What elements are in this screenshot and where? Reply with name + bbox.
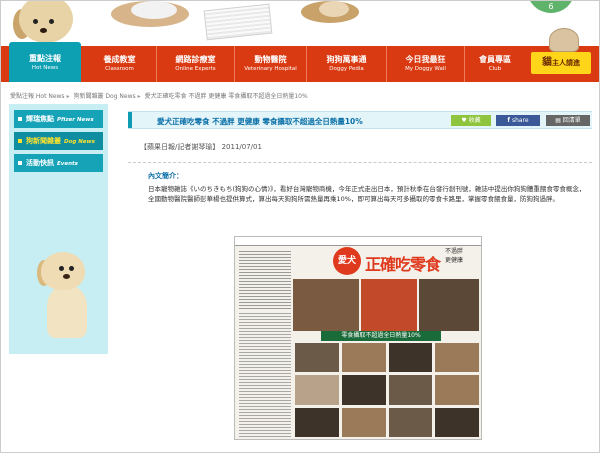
scan-photo-grid (295, 343, 479, 437)
nav-item-label: 養成教室 (103, 55, 136, 64)
scan-headline: 愛犬 正確吃零食 不過胖 更健康 (333, 247, 479, 277)
breadcrumb-current: 愛犬正確吃零食 不過胖 更健康 零食攝取不超過全日熱量10% (144, 93, 308, 100)
scan-masthead (235, 237, 481, 246)
kitten-graphic (549, 28, 579, 52)
nav-item-hot-news[interactable]: 重點注報 Hot News (9, 42, 81, 82)
pets-graphic (319, 1, 349, 17)
collect-button[interactable]: ♥ 收藏 (451, 115, 491, 126)
article-title-bar: 愛犬正確吃零食 不過胖 更健康 零食攝取不超過全日熱量10% ♥ 收藏 f sh… (128, 111, 592, 129)
scan-photo (388, 375, 433, 405)
nav-item-doggy-pedia[interactable]: 狗狗萬事通 Doggy Pedia (307, 46, 387, 82)
breadcrumb-link[interactable]: 愛點注報 Hot News (10, 93, 65, 100)
scan-photo (419, 279, 479, 331)
scan-photo (341, 407, 386, 437)
sidebar-item-label: 狗新聞雜叢 (26, 137, 61, 145)
breadcrumb-separator-icon: ▸ (66, 93, 70, 100)
nav-item-label: 網路診療室 (175, 55, 216, 64)
breadcrumb: 愛點注報 Hot News ▸ 狗新聞雜叢 Dog News ▸ 愛犬正確吃零食 不… (10, 91, 308, 100)
puppy-eye-graphic (33, 19, 38, 24)
scan-headline-sub-2: 更健康 (445, 257, 464, 264)
scan-photo (341, 375, 386, 405)
scan-photo (388, 343, 433, 373)
sidebar-item-dog-news[interactable]: 狗新聞雜叢 Dog News (14, 132, 103, 150)
article-source: 【蘋果日報/記者謝琴瑜】 2011/07/01 (140, 143, 262, 151)
scan-headline-main: 正確吃零食 (365, 255, 441, 274)
nav-item-my-doggy-wall[interactable]: 今日我最狂 My Doggy Wall (387, 46, 465, 82)
scan-photo (295, 343, 339, 373)
back-label: 回清單 (562, 117, 581, 124)
back-to-list-button[interactable]: ▤ 回清單 (546, 115, 590, 126)
scan-photo (361, 279, 417, 331)
cat-owner-button[interactable]: 貓主人請進 (531, 52, 591, 74)
scan-photo (295, 375, 339, 405)
sidebar: 輝瑞焦點 Pfizer News 狗新聞雜叢 Dog News 活動快訊 Events (9, 104, 108, 354)
scan-text-column (239, 249, 291, 309)
dogs-graphic (131, 1, 177, 19)
cat-owner-button-mark: 貓 (542, 57, 552, 68)
scan-headline-sub: 不過胖 更健康 (445, 247, 463, 265)
sidebar-item-pfizer-news[interactable]: 輝瑞焦點 Pfizer News (14, 110, 103, 128)
scan-photo (435, 375, 479, 405)
article-body: 日本寵物雜誌《いのちきもち(狗狗の心情)》，看好台灣寵物商機，今年正式走出日本，… (148, 185, 586, 203)
nav-item-label: 會員專區 (479, 55, 511, 64)
breadcrumb-link[interactable]: 狗新聞雜叢 Dog News (74, 93, 136, 100)
cat-owner-button-label: 主人請進 (552, 59, 580, 67)
puppy-graphic (19, 1, 73, 43)
nav-item-sublabel: My Doggy Wall (405, 66, 446, 72)
nav-item-label: 狗狗萬事通 (326, 55, 367, 64)
list-icon: ▤ (555, 117, 561, 124)
sidebar-item-label: 活動快訊 (26, 159, 54, 167)
nav-item-label: 今日我最狂 (405, 55, 446, 64)
facebook-icon: f (507, 117, 511, 124)
sidebar-item-events[interactable]: 活動快訊 Events (14, 154, 103, 172)
nav-item-sublabel: Hot News (31, 65, 59, 71)
nav-item-classroom[interactable]: 養成教室 Classroom (83, 46, 157, 82)
sidebar-item-sublabel: Events (57, 161, 78, 167)
scan-photo (388, 407, 433, 437)
nav-item-online-experts[interactable]: 網路診療室 Online Experts (157, 46, 235, 82)
main-nav: 重點注報 Hot News 養成教室 Classroom 網路診療室 Onlin… (0, 28, 600, 82)
article-title: 愛犬正確吃零食 不過胖 更健康 零食攝取不超過全日熱量10% (157, 117, 363, 126)
nav-item-sublabel: Doggy Pedia (329, 66, 364, 72)
header-banner: 6 (0, 0, 600, 46)
banner-badge: 6 (527, 1, 575, 13)
collect-label: 收藏 (468, 117, 481, 124)
nav-item-sublabel: Online Experts (175, 66, 216, 72)
sidebar-item-sublabel: Pfizer News (57, 117, 94, 123)
scan-banner: 零食攝取不超過全日熱量10% (321, 331, 441, 341)
scan-photo (293, 279, 359, 331)
scan-photo (435, 407, 479, 437)
sidebar-item-label: 輝瑞焦點 (26, 115, 54, 123)
nav-item-label: 動物醫院 (254, 55, 287, 64)
newspaper-graphic (203, 3, 273, 41)
scan-photo (341, 343, 386, 373)
nav-item-label: 重點注報 (29, 54, 61, 63)
facebook-share-button[interactable]: f share (496, 115, 540, 126)
nav-item-club[interactable]: 會員專區 Club (465, 46, 525, 82)
newspaper-scan-image: 愛犬 正確吃零食 不過胖 更健康 零食攝取不超過全日熱量10% (234, 236, 482, 440)
scan-headline-sub-1: 不過胖 (445, 248, 464, 255)
sidebar-dog-image (37, 252, 93, 347)
nav-item-veterinary-hospital[interactable]: 動物醫院 Veterinary Hospital (235, 46, 307, 82)
scan-headline-badge: 愛犬 (333, 247, 361, 275)
intro-label: 內文簡介： (148, 172, 183, 180)
nav-item-sublabel: Classroom (105, 66, 134, 72)
scan-text-column (239, 311, 291, 437)
nav-item-sublabel: Veterinary Hospital (244, 66, 297, 72)
breadcrumb-separator-icon: ▸ (137, 93, 141, 100)
puppy-eye-graphic (49, 19, 54, 24)
scan-photo (435, 343, 479, 373)
divider (128, 162, 592, 163)
nav-item-sublabel: Club (488, 66, 502, 72)
share-label: share (511, 117, 529, 124)
sidebar-item-sublabel: Dog News (64, 139, 95, 145)
heart-icon: ♥ (461, 117, 467, 124)
puppy-nose-graphic (40, 28, 47, 33)
scan-photo (295, 407, 339, 437)
